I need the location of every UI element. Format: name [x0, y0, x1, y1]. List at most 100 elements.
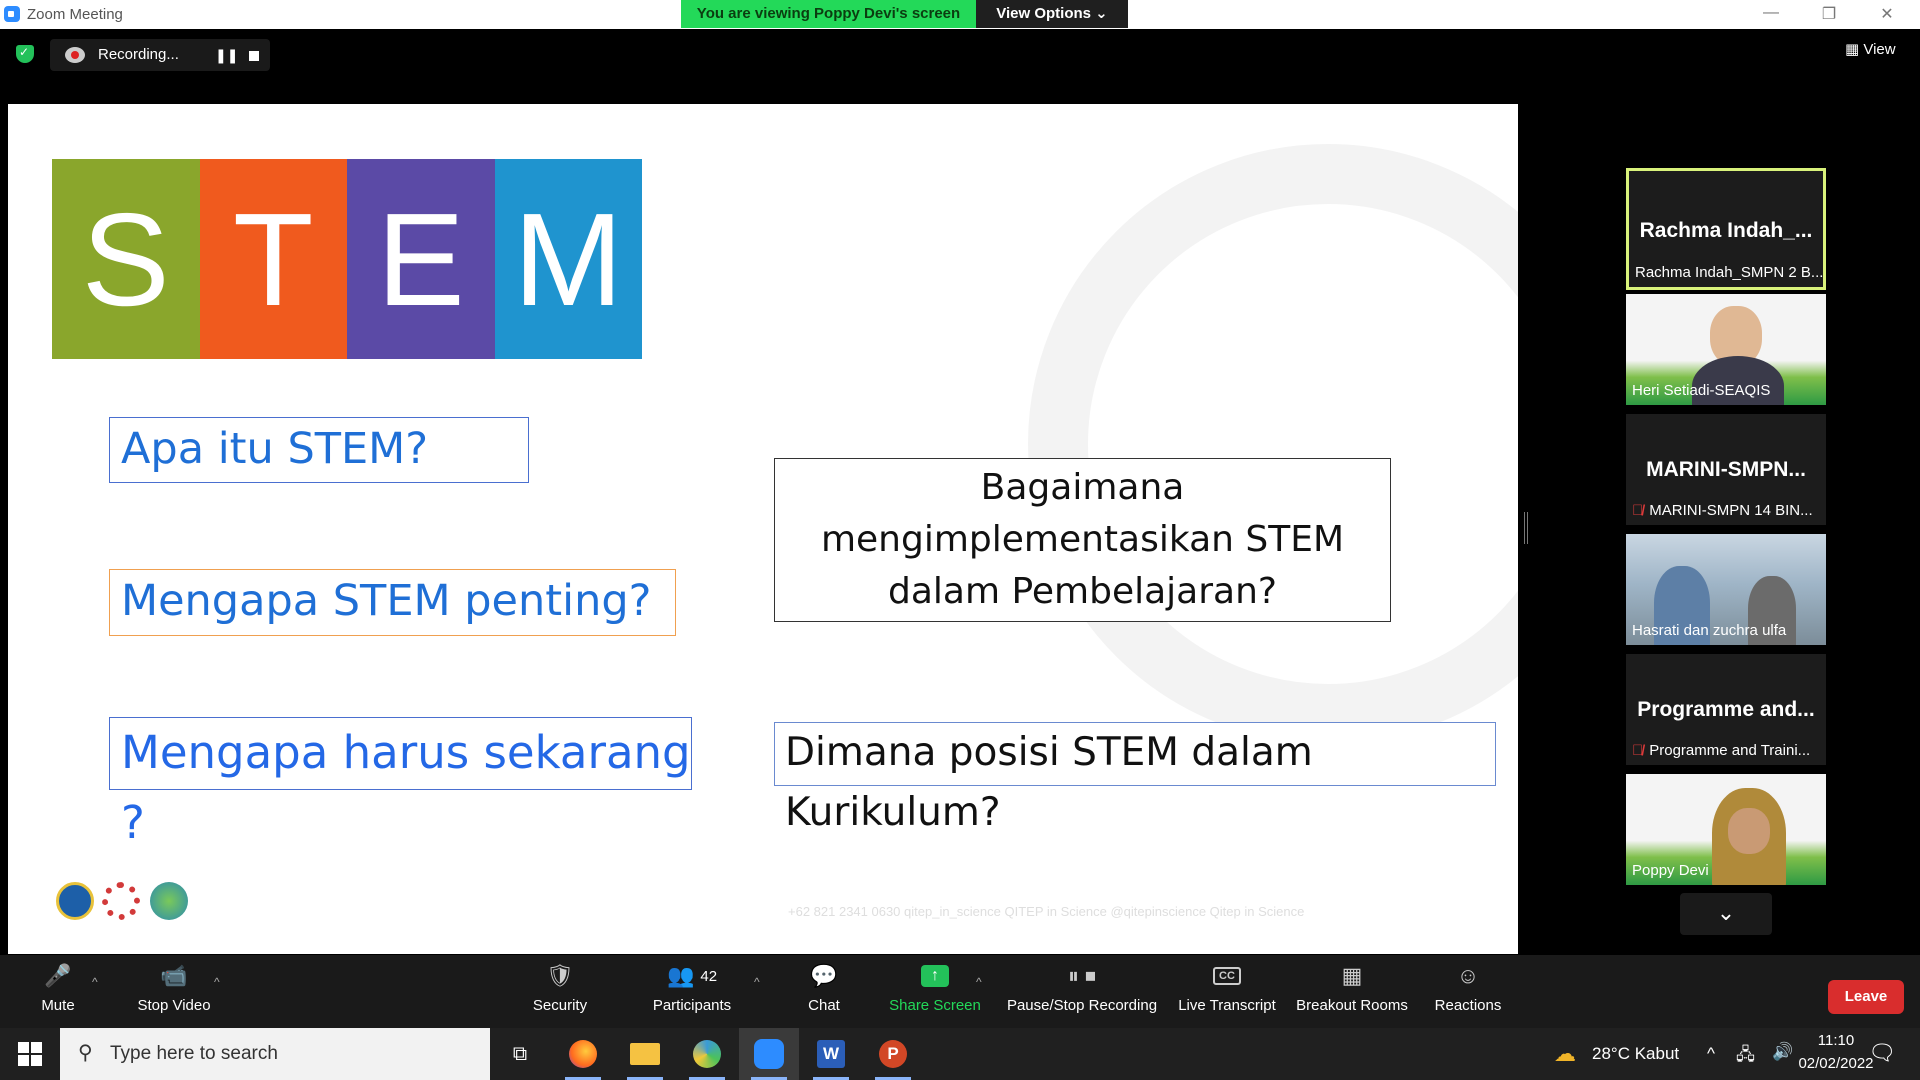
- chat-button[interactable]: 💬 Chat: [792, 955, 856, 1028]
- video-camera-icon: 📹: [160, 963, 188, 988]
- participant-tile[interactable]: Hasrati dan zuchra ulfa: [1626, 534, 1826, 645]
- participant-tile[interactable]: Poppy Devi: [1626, 774, 1826, 885]
- participant-tile[interactable]: Heri Setiadi-SEAQIS: [1626, 294, 1826, 405]
- mute-options-caret[interactable]: ^: [92, 975, 98, 989]
- participants-button[interactable]: 👥 42 Participants: [640, 955, 744, 1028]
- windows-start-icon[interactable]: [18, 1042, 42, 1066]
- question-line: Bagaimana: [980, 467, 1185, 508]
- participants-count: 42: [700, 967, 718, 985]
- question-box: Dimana posisi STEM dalam Kurikulum?: [774, 722, 1496, 835]
- stem-letter: S: [52, 159, 200, 359]
- participant-name: Hasrati dan zuchra ulfa: [1632, 622, 1787, 639]
- chevron-up-icon[interactable]: ^: [1707, 1044, 1715, 1064]
- word-icon[interactable]: W: [801, 1028, 861, 1080]
- participant-name-row: 🎙̸ Programme and Traini...: [1632, 742, 1810, 759]
- pause-recording-icon[interactable]: ❚❚: [215, 47, 238, 64]
- pause-stop-icon: ⏸ ⏹: [1067, 963, 1097, 988]
- shield-icon: 🛡: [546, 963, 574, 988]
- view-options-label: View Options: [996, 5, 1091, 22]
- participant-tile[interactable]: Programme and... 🎙̸ Programme and Traini.…: [1626, 654, 1826, 765]
- chevron-down-icon: ⌄: [1095, 5, 1108, 22]
- muted-mic-icon: 🎙̸: [1632, 502, 1644, 519]
- cloud-recording-icon: [65, 47, 85, 63]
- question-box-implementation: Bagaimana mengimplementasikan STEM dalam…: [774, 458, 1391, 622]
- breakout-rooms-label: Breakout Rooms: [1296, 997, 1408, 1014]
- mute-button[interactable]: 🎤 Mute: [22, 955, 94, 1028]
- share-screen-button[interactable]: ↑ Share Screen: [886, 955, 984, 1028]
- share-options-caret[interactable]: ^: [976, 975, 982, 989]
- footer-social-links: +62 821 2341 0630 qitep_in_science QITEP…: [788, 904, 1305, 919]
- powerpoint-icon[interactable]: P: [863, 1028, 923, 1080]
- question-box: Mengapa harus sekarang ?: [109, 717, 692, 849]
- leave-button[interactable]: Leave: [1828, 980, 1904, 1014]
- notifications-icon[interactable]: 🗨: [1868, 1040, 1896, 1066]
- gallery-scroll-down-button[interactable]: ⌄: [1680, 893, 1772, 935]
- recording-label: Recording...: [98, 46, 179, 63]
- close-icon[interactable]: ✕: [1872, 4, 1902, 24]
- weather-text[interactable]: 28°C Kabut: [1592, 1044, 1679, 1064]
- network-icon[interactable]: 🖧: [1736, 1042, 1755, 1071]
- security-button[interactable]: 🛡 Security: [522, 955, 598, 1028]
- muted-mic-icon: 🎙̸: [1632, 742, 1644, 759]
- stop-video-button[interactable]: 📹 Stop Video: [130, 955, 218, 1028]
- participant-big-name: Rachma Indah_...: [1639, 219, 1813, 242]
- participant-name: Rachma Indah_SMPN 2 B...: [1635, 264, 1824, 281]
- participant-name: Heri Setiadi-SEAQIS: [1632, 382, 1771, 399]
- view-label: View: [1863, 41, 1896, 58]
- participant-name: Poppy Devi: [1632, 862, 1709, 879]
- taskbar-search-input[interactable]: ⚲ Type here to search: [60, 1028, 490, 1080]
- minimize-icon[interactable]: —: [1756, 4, 1786, 22]
- search-icon: ⚲: [78, 1042, 93, 1064]
- question-box: Apa itu STEM?: [109, 417, 529, 483]
- view-button[interactable]: ▦ View: [1845, 40, 1896, 58]
- participants-options-caret[interactable]: ^: [754, 975, 760, 989]
- task-view-icon[interactable]: ⧉: [490, 1028, 550, 1080]
- windows-taskbar: ⚲ Type here to search ⧉ W P ☁ 28°C Kabut…: [0, 1028, 1920, 1080]
- restore-icon[interactable]: ❐: [1814, 4, 1844, 24]
- chat-bubble-icon: 💬: [810, 963, 838, 988]
- resize-handle[interactable]: [1524, 512, 1528, 544]
- stop-video-label: Stop Video: [137, 997, 211, 1014]
- search-placeholder: Type here to search: [110, 1043, 278, 1064]
- weather-icon[interactable]: ☁: [1554, 1041, 1576, 1067]
- zoom-app-icon: [4, 6, 20, 22]
- recording-indicator: Recording... ❚❚: [50, 39, 270, 71]
- mute-label: Mute: [41, 997, 75, 1014]
- pause-stop-recording-button[interactable]: ⏸ ⏹ Pause/Stop Recording: [1004, 955, 1160, 1028]
- pause-stop-recording-label: Pause/Stop Recording: [1006, 997, 1158, 1014]
- participants-icon: 👥 42: [666, 963, 718, 988]
- breakout-rooms-button[interactable]: ▦ Breakout Rooms: [1294, 955, 1410, 1028]
- zoom-taskbar-icon[interactable]: [739, 1028, 799, 1080]
- grid-icon: ▦: [1845, 41, 1860, 58]
- meeting-toolbar: 🎤 Mute ^ 📹 Stop Video ^ 🛡 Security 👥 42 …: [0, 955, 1920, 1028]
- live-transcript-button[interactable]: CC Live Transcript: [1174, 955, 1280, 1028]
- ministry-logo: [56, 882, 94, 920]
- stem-letter: M: [494, 159, 642, 359]
- security-shield-icon[interactable]: [16, 45, 34, 63]
- meeting-top-bar: [0, 29, 1920, 91]
- chevron-down-icon: ⌄: [1716, 900, 1736, 925]
- participant-name: Programme and Traini...: [1649, 742, 1811, 759]
- participant-tile[interactable]: Rachma Indah_... Rachma Indah_SMPN 2 B..…: [1626, 168, 1826, 290]
- participant-big-name: Programme and...: [1637, 698, 1815, 721]
- file-explorer-icon[interactable]: [615, 1028, 675, 1080]
- browser-icon[interactable]: [677, 1028, 737, 1080]
- question-line: dalam Pembelajaran?: [887, 571, 1278, 612]
- participant-video: [1728, 808, 1770, 854]
- view-options-button[interactable]: View Options ⌄: [976, 0, 1128, 28]
- viewing-screen-banner: You are viewing Poppy Devi's screen: [681, 0, 976, 28]
- stem-logo: S T E M: [52, 159, 642, 359]
- share-screen-label: Share Screen: [889, 997, 981, 1014]
- video-options-caret[interactable]: ^: [214, 975, 220, 989]
- firefox-icon[interactable]: [553, 1028, 613, 1080]
- seameo-logo: [102, 882, 140, 920]
- reactions-button[interactable]: ☺ Reactions: [1428, 955, 1508, 1028]
- qitep-logo: [150, 882, 188, 920]
- stop-recording-icon[interactable]: [249, 51, 259, 61]
- smiley-plus-icon: ☺: [1456, 963, 1480, 988]
- shared-screen: S T E M Apa itu STEM? Mengapa STEM penti…: [8, 104, 1518, 954]
- breakout-rooms-icon: ▦: [1341, 963, 1363, 988]
- stem-letter: E: [347, 159, 495, 359]
- participants-label: Participants: [652, 997, 732, 1014]
- participant-tile[interactable]: MARINI-SMPN... 🎙̸ MARINI-SMPN 14 BIN...: [1626, 414, 1826, 525]
